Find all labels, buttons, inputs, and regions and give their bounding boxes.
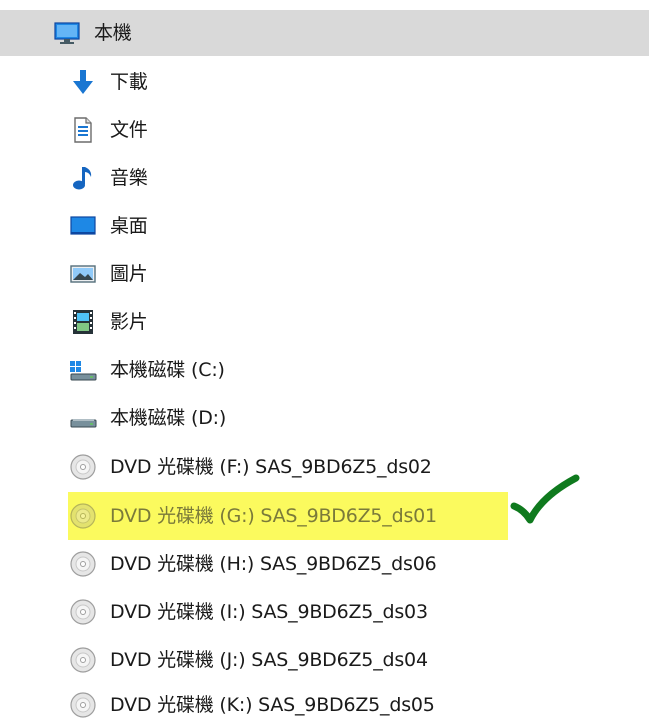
dvd-icon xyxy=(68,690,98,720)
pictures-icon xyxy=(68,259,98,289)
nav-item-dvd-k[interactable]: DVD 光碟機 (K:) SAS_9BD6Z5_ds05 xyxy=(68,683,628,727)
desktop-icon xyxy=(68,211,98,241)
nav-item-dvd-j[interactable]: DVD 光碟機 (J:) SAS_9BD6Z5_ds04 xyxy=(68,636,628,684)
nav-item-downloads[interactable]: 下載 xyxy=(68,58,628,106)
music-note-icon xyxy=(68,163,98,193)
nav-item-music[interactable]: 音樂 xyxy=(68,154,628,202)
dvd-icon xyxy=(68,645,98,675)
nav-item-label: 影片 xyxy=(110,310,148,333)
nav-item-label: 文件 xyxy=(110,118,148,141)
dvd-icon xyxy=(68,501,98,531)
dvd-icon xyxy=(68,597,98,627)
nav-item-documents[interactable]: 文件 xyxy=(68,106,628,154)
nav-item-label: DVD 光碟機 (I:) SAS_9BD6Z5_ds03 xyxy=(110,600,428,623)
nav-item-label: DVD 光碟機 (H:) SAS_9BD6Z5_ds06 xyxy=(110,552,437,575)
nav-item-label: 本機磁碟 (D:) xyxy=(110,406,227,429)
checkmark-annotation xyxy=(510,474,580,524)
nav-item-label: DVD 光碟機 (K:) SAS_9BD6Z5_ds05 xyxy=(110,693,435,716)
nav-item-dvd-h[interactable]: DVD 光碟機 (H:) SAS_9BD6Z5_ds06 xyxy=(68,540,628,588)
windows-drive-icon xyxy=(68,355,98,385)
nav-item-dvd-i[interactable]: DVD 光碟機 (I:) SAS_9BD6Z5_ds03 xyxy=(68,588,628,636)
nav-item-label: 圖片 xyxy=(110,262,148,285)
download-arrow-icon xyxy=(68,67,98,97)
nav-item-desktop[interactable]: 桌面 xyxy=(68,202,628,250)
videos-icon xyxy=(68,307,98,337)
nav-item-label: 下載 xyxy=(110,70,148,93)
document-icon xyxy=(68,115,98,145)
nav-item-videos[interactable]: 影片 xyxy=(68,298,628,346)
computer-icon xyxy=(52,18,82,48)
nav-item-label: DVD 光碟機 (J:) SAS_9BD6Z5_ds04 xyxy=(110,648,428,671)
nav-item-label: 桌面 xyxy=(110,214,148,237)
dvd-icon xyxy=(68,549,98,579)
dvd-icon xyxy=(68,452,98,482)
nav-item-local-disk-d[interactable]: 本機磁碟 (D:) xyxy=(68,394,628,442)
nav-item-local-disk-c[interactable]: 本機磁碟 (C:) xyxy=(68,346,628,394)
drive-icon xyxy=(68,403,98,433)
nav-item-label: 本機磁碟 (C:) xyxy=(110,358,225,381)
nav-item-label: DVD 光碟機 (F:) SAS_9BD6Z5_ds02 xyxy=(110,455,432,478)
nav-item-label: DVD 光碟機 (G:) SAS_9BD6Z5_ds01 xyxy=(110,504,437,527)
nav-item-label: 音樂 xyxy=(110,166,148,189)
nav-item-pictures[interactable]: 圖片 xyxy=(68,250,628,298)
nav-item-label: 本機 xyxy=(94,21,132,44)
nav-item-this-pc[interactable]: 本機 xyxy=(0,10,649,56)
